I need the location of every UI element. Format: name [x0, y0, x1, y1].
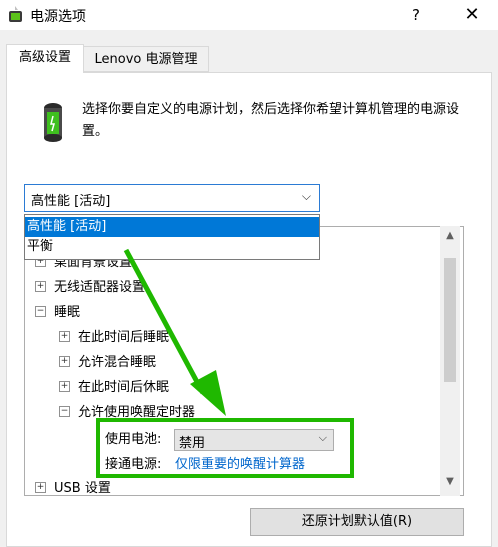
scroll-down-icon[interactable]: ▼ — [440, 476, 460, 487]
power-options-icon — [9, 6, 22, 22]
expand-icon[interactable]: + — [59, 356, 70, 367]
plan-option-high-performance[interactable]: 高性能 [活动] — [25, 217, 319, 237]
tree-item-hybrid-sleep[interactable]: + 允许混合睡眠 — [59, 351, 156, 375]
tree-item-hibernate-after[interactable]: + 在此时间后休眠 — [59, 376, 169, 400]
plan-option-balanced[interactable]: 平衡 — [25, 237, 319, 257]
help-button[interactable]: ? — [396, 0, 436, 30]
title-bar: 电源选项 ? ✕ — [0, 0, 498, 30]
expand-icon[interactable]: + — [35, 281, 46, 292]
chevron-down-icon: ⌵ — [301, 189, 311, 203]
plan-dropdown-list: 高性能 [活动] 平衡 — [24, 214, 320, 260]
expand-icon[interactable]: + — [59, 381, 70, 392]
tab-advanced-settings[interactable]: 高级设置 — [6, 44, 84, 73]
tree-item-sleep[interactable]: − 睡眠 — [35, 301, 80, 325]
tree-item-sleep-after[interactable]: + 在此时间后睡眠 — [59, 326, 169, 350]
scroll-up-icon[interactable]: ▲ — [440, 230, 460, 241]
tree-item-usb-settings[interactable]: + USB 设置 — [35, 477, 111, 495]
collapse-icon[interactable]: − — [35, 306, 46, 317]
battery-icon — [44, 103, 62, 142]
close-button[interactable]: ✕ — [448, 0, 496, 30]
window-title: 电源选项 — [30, 9, 86, 25]
scroll-thumb[interactable] — [444, 258, 456, 382]
annotation-highlight-box — [96, 418, 354, 478]
plan-select[interactable]: 高性能 [活动] ⌵ — [24, 184, 320, 212]
expand-icon[interactable]: + — [59, 331, 70, 342]
intro-text: 选择你要自定义的电源计划，然后选择你希望计算机管理的电源设置。 — [82, 102, 460, 139]
tree-scrollbar[interactable]: ▲ ▼ — [440, 226, 460, 496]
expand-icon[interactable]: + — [35, 482, 46, 493]
restore-defaults-button[interactable]: 还原计划默认值(R) — [250, 508, 464, 536]
plan-select-value: 高性能 [活动] — [31, 194, 111, 209]
tab-lenovo-power[interactable]: Lenovo 电源管理 — [83, 46, 209, 72]
tree-item-wireless-adapter[interactable]: + 无线适配器设置 — [35, 276, 145, 300]
collapse-icon[interactable]: − — [59, 406, 70, 417]
